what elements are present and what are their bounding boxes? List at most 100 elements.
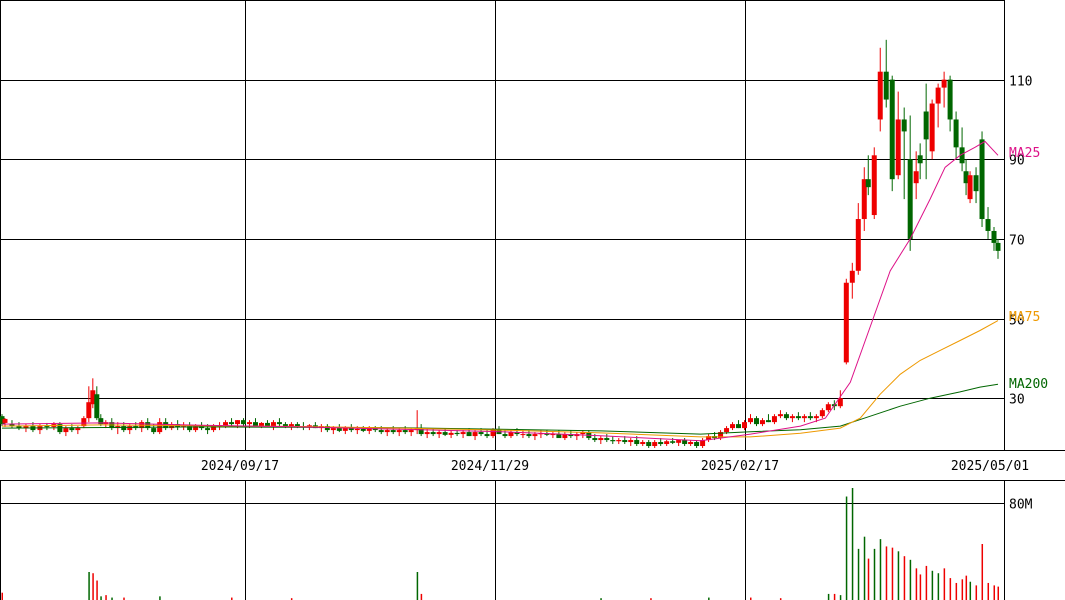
candle [959, 127, 965, 172]
candle [229, 418, 235, 427]
candle-body [264, 422, 270, 427]
volume-bar [975, 585, 978, 600]
candle [807, 412, 813, 421]
candle [682, 438, 688, 447]
volume-bar [873, 548, 876, 600]
volume-bar [937, 573, 940, 600]
candle-body [466, 432, 472, 437]
candlestick-series [0, 39, 1001, 449]
candle [979, 131, 985, 227]
candle-body [748, 418, 753, 423]
candle [889, 75, 895, 192]
candle-body [454, 432, 460, 435]
candle [748, 414, 753, 425]
volume-bar [955, 582, 958, 600]
price-tick-label: 110 [1009, 75, 1032, 90]
candle-body [865, 179, 871, 188]
candle-body [448, 432, 454, 435]
volume-bar [981, 544, 984, 600]
volume-bar [100, 596, 102, 600]
candle-body [843, 282, 849, 363]
candle [646, 440, 652, 449]
candle-body [69, 428, 75, 431]
candle-body [947, 79, 953, 120]
candle-body [664, 441, 670, 445]
candle-body [330, 428, 336, 431]
candle [181, 422, 187, 431]
candle [843, 278, 849, 365]
candle-body [807, 416, 813, 419]
candle [688, 440, 694, 447]
volume-bar [851, 488, 854, 600]
candle-body [252, 422, 258, 427]
candle-body [724, 428, 730, 433]
candle-body [2, 418, 8, 423]
candle-body [929, 103, 935, 152]
volume-bar [879, 539, 882, 600]
volume-bar [863, 536, 866, 600]
candle-body [127, 426, 133, 431]
volume-bar [159, 596, 161, 600]
volume-tick-label: 80M [1009, 498, 1033, 513]
price-grid [0, 0, 1065, 451]
candle-body [75, 428, 81, 431]
candle-body [408, 430, 414, 433]
candle-body [520, 434, 526, 436]
candle-body [634, 440, 640, 445]
candle [81, 416, 87, 429]
candle [947, 75, 953, 132]
candle-body [622, 440, 628, 443]
volume-bar [949, 578, 952, 600]
candle [448, 430, 454, 439]
candle [753, 416, 759, 427]
candle [580, 430, 586, 439]
candle-body [276, 422, 282, 425]
candle [789, 414, 795, 423]
candle [973, 167, 979, 204]
candle-body [63, 428, 69, 433]
price-tick-label: 30 [1009, 393, 1025, 408]
candle-body [877, 71, 883, 120]
candle [771, 414, 777, 425]
ma200-label: MA200 [1009, 377, 1048, 392]
x-tick-label: 2024/09/17 [201, 459, 279, 474]
candle [169, 422, 175, 431]
candle [877, 47, 883, 132]
volume-bar [925, 565, 928, 600]
ma25-label: MA25 [1009, 146, 1040, 161]
volume-bar [839, 595, 842, 600]
volume-bar [88, 572, 90, 600]
volume-axis-labels: 80M [1009, 498, 1033, 513]
x-axis-labels: 2024/09/17 2024/11/29 2025/02/17 2025/05… [201, 459, 1029, 474]
candle-body [889, 79, 895, 180]
candle-body [765, 420, 771, 423]
candle-body [354, 428, 360, 431]
price-tick-label: 70 [1009, 234, 1025, 249]
candle-body [736, 424, 742, 429]
candle-body [849, 270, 855, 283]
candle [849, 262, 855, 299]
candle-body [871, 155, 877, 216]
candle-body [270, 422, 276, 427]
candle-body [771, 416, 777, 423]
volume-grid [0, 480, 1065, 600]
volume-bar [827, 593, 830, 600]
price-axis-labels: 30507090110 [1009, 75, 1032, 408]
candle [736, 420, 742, 429]
candle [861, 167, 867, 231]
candle-body [556, 434, 562, 439]
volume-bar [903, 556, 906, 600]
volume-bar [919, 574, 922, 600]
candle-body [979, 139, 985, 220]
volume-bar [931, 570, 934, 600]
volume-bar [105, 595, 107, 600]
candle-body [670, 441, 676, 443]
candle-body [883, 71, 889, 100]
candle [520, 430, 526, 439]
candle-body [430, 432, 436, 435]
candle-body [907, 159, 913, 239]
candle-body [801, 416, 807, 419]
candle [640, 440, 646, 447]
candle-body [777, 414, 783, 417]
candle [907, 115, 913, 251]
